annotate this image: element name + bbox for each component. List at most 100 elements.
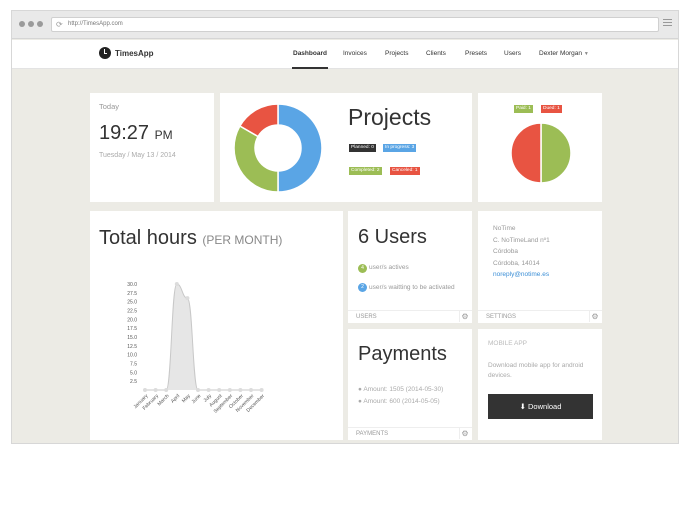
- total-hours-card: Total hours (PER MONTH) 30.0 27.5 25.0 22.5…: [90, 211, 343, 440]
- browser-chrome: ⟳ http://TimesApp.com: [12, 11, 678, 39]
- nav-user-menu[interactable]: Dexter Morgan ▼: [539, 50, 589, 57]
- company-name: NoTime: [493, 225, 516, 232]
- hours-series-line: [145, 283, 262, 391]
- badge-paid: Paid: 1: [514, 105, 533, 113]
- active-users-text: user/s actives: [369, 264, 409, 271]
- data-point[interactable]: [185, 296, 190, 301]
- company-city: Córdoba: [493, 248, 518, 255]
- x-tick-label: May: [181, 393, 192, 404]
- data-point[interactable]: [164, 388, 169, 392]
- active-users-row: 4 user/s actives: [358, 264, 409, 273]
- download-button[interactable]: ⬇ Download: [488, 394, 593, 419]
- data-point[interactable]: [174, 282, 179, 286]
- today-date: Tuesday / May 13 / 2014: [99, 152, 176, 159]
- y-tick-label: 27.5: [127, 291, 137, 297]
- data-point[interactable]: [227, 388, 232, 392]
- badge-dued: Dued: 1: [541, 105, 562, 113]
- brand-logo[interactable]: TimesApp: [99, 47, 154, 59]
- clock-logo-icon: [99, 47, 111, 59]
- today-card: Today 19:27 PM Tuesday / May 13 / 2014: [90, 93, 214, 202]
- slice-paid: [540, 122, 572, 184]
- nav-clients[interactable]: Clients: [426, 50, 446, 57]
- payment-status-card: Paid: 1 Dued: 1: [478, 93, 602, 202]
- data-point[interactable]: [249, 388, 253, 392]
- data-point[interactable]: [153, 388, 158, 392]
- payment-item-text: Amount: 600 (2014-05-05): [363, 398, 440, 405]
- x-tick-label: April: [170, 393, 181, 404]
- y-tick-label: 5.0: [130, 370, 137, 376]
- data-point[interactable]: [259, 388, 264, 392]
- company-info: NoTime C. NoTimeLand nº1 Córdoba Córdoba…: [493, 223, 550, 281]
- payments-title: Payments: [358, 343, 447, 365]
- users-title: 6 Users: [358, 226, 427, 248]
- company-zip: Córdoba, 14014: [493, 259, 540, 267]
- y-tick-label: 17.5: [127, 326, 137, 332]
- badge-in-progress: In progress: 3: [383, 144, 417, 152]
- data-point[interactable]: [206, 388, 211, 392]
- payments-card: Payments ● Amount: 1505 (2014-05-30) ● A…: [348, 329, 472, 440]
- today-time-row: 19:27 PM: [99, 122, 173, 145]
- payment-status-pie-chart: [510, 122, 572, 184]
- download-button-label: Download: [528, 402, 562, 411]
- settings-footer-label: SETTINGS: [486, 314, 517, 320]
- nav-users[interactable]: Users: [504, 50, 521, 57]
- nav-presets[interactable]: Presets: [465, 50, 487, 57]
- mobile-app-label: MOBILE APP: [488, 340, 528, 347]
- gear-icon[interactable]: ⚙: [589, 311, 600, 322]
- y-tick-label: 15.0: [127, 335, 137, 341]
- data-point[interactable]: [143, 388, 147, 392]
- y-tick-label: 12.5: [127, 344, 137, 350]
- current-time: 19:27: [99, 122, 150, 144]
- y-tick-label: 10.0: [127, 353, 137, 359]
- reload-icon[interactable]: ⟳: [56, 18, 63, 31]
- window-dot[interactable]: [37, 21, 43, 27]
- address-bar[interactable]: ⟳ http://TimesApp.com: [51, 17, 659, 32]
- company-card: NoTime C. NoTimeLand nº1 Córdoba Córdoba…: [478, 211, 602, 323]
- hours-area: [145, 284, 262, 390]
- time-ampm: PM: [154, 128, 173, 142]
- projects-card: Projects Planned: 0 In progress: 3 Compl…: [220, 93, 472, 202]
- waiting-users-row: 2 user/s waitting to be activated: [358, 283, 468, 292]
- waiting-users-text: user/s waitting to be activated: [369, 284, 455, 291]
- nav-projects[interactable]: Projects: [385, 50, 408, 57]
- badge-completed: Completed: 2: [349, 167, 382, 175]
- badge-canceled: Canceled: 1: [390, 167, 420, 175]
- y-tick-label: 30.0: [127, 282, 137, 288]
- data-point[interactable]: [238, 388, 243, 392]
- today-label: Today: [99, 102, 120, 111]
- payments-footer-label: PAYMENTS: [356, 431, 389, 437]
- hours-area-chart: 30.0 27.5 25.0 22.5 20.0 17.5 15.0 12.5 10.0 7.5 5…: [127, 282, 266, 415]
- company-email-link[interactable]: noreply@notime.es: [493, 269, 550, 281]
- nav-invoices[interactable]: Invoices: [343, 50, 367, 57]
- brand-name: TimesApp: [115, 48, 154, 58]
- gear-icon[interactable]: ⚙: [459, 428, 470, 439]
- payments-footer: PAYMENTS ⚙: [348, 427, 472, 440]
- download-icon: ⬇: [519, 402, 526, 411]
- payment-item: ● Amount: 1505 (2014-05-30): [358, 386, 444, 393]
- payment-item-text: Amount: 1505 (2014-05-30): [363, 386, 444, 393]
- user-name: Dexter Morgan: [539, 50, 582, 57]
- y-tick-label: 22.5: [127, 309, 137, 315]
- payment-item: ● Amount: 600 (2014-05-05): [358, 398, 440, 405]
- data-point[interactable]: [217, 388, 222, 392]
- users-footer: USERS ⚙: [348, 310, 472, 323]
- chevron-down-icon: ▼: [583, 51, 589, 57]
- active-count-badge: 4: [358, 264, 367, 273]
- browser-menu-icon[interactable]: [663, 19, 672, 27]
- y-tick-label: 25.0: [127, 300, 137, 306]
- browser-window: ⟳ http://TimesApp.com TimesApp Dashboard…: [11, 10, 679, 444]
- projects-title: Projects: [348, 104, 432, 130]
- gear-icon[interactable]: ⚙: [459, 311, 470, 322]
- badge-planned: Planned: 0: [349, 144, 376, 152]
- window-dot[interactable]: [28, 21, 34, 27]
- slice-dued: [510, 122, 542, 184]
- data-point[interactable]: [196, 388, 200, 392]
- nav-dashboard[interactable]: Dashboard: [293, 50, 327, 57]
- projects-donut-chart: [233, 103, 323, 193]
- slice-in-progress: [277, 103, 323, 193]
- x-tick-label: June: [191, 393, 203, 405]
- company-address: C. NoTimeLand nº1: [493, 236, 550, 244]
- active-nav-indicator: [292, 67, 328, 69]
- users-footer-label: USERS: [356, 314, 377, 320]
- window-dot[interactable]: [19, 21, 25, 27]
